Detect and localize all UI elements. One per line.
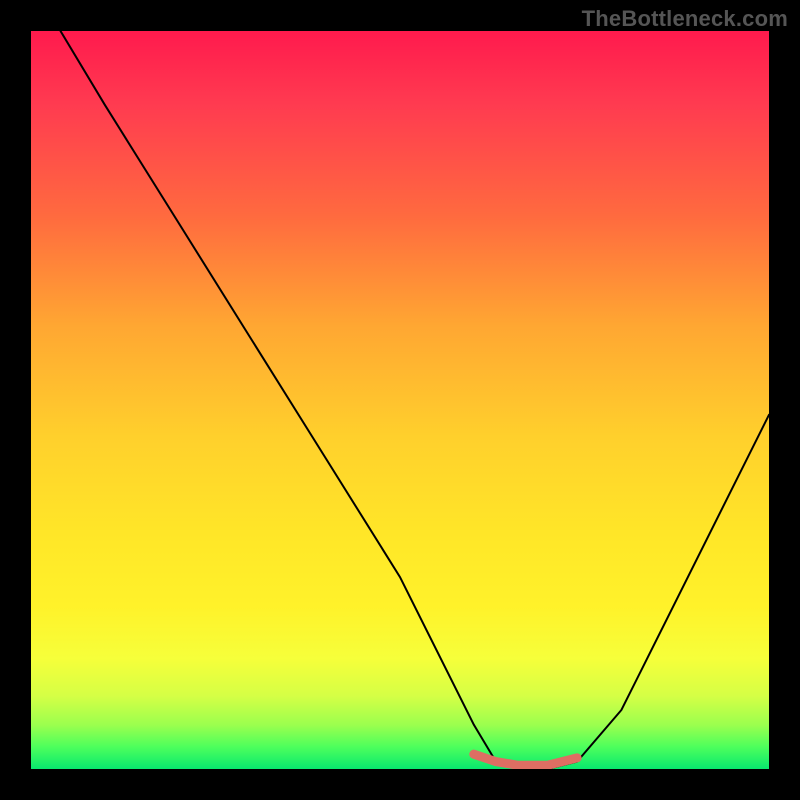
watermark-text: TheBottleneck.com [582, 6, 788, 32]
floor-segment [474, 754, 577, 765]
plot-area [31, 31, 769, 769]
bottleneck-curve [61, 31, 770, 769]
curve-svg [31, 31, 769, 769]
chart-frame: TheBottleneck.com [0, 0, 800, 800]
